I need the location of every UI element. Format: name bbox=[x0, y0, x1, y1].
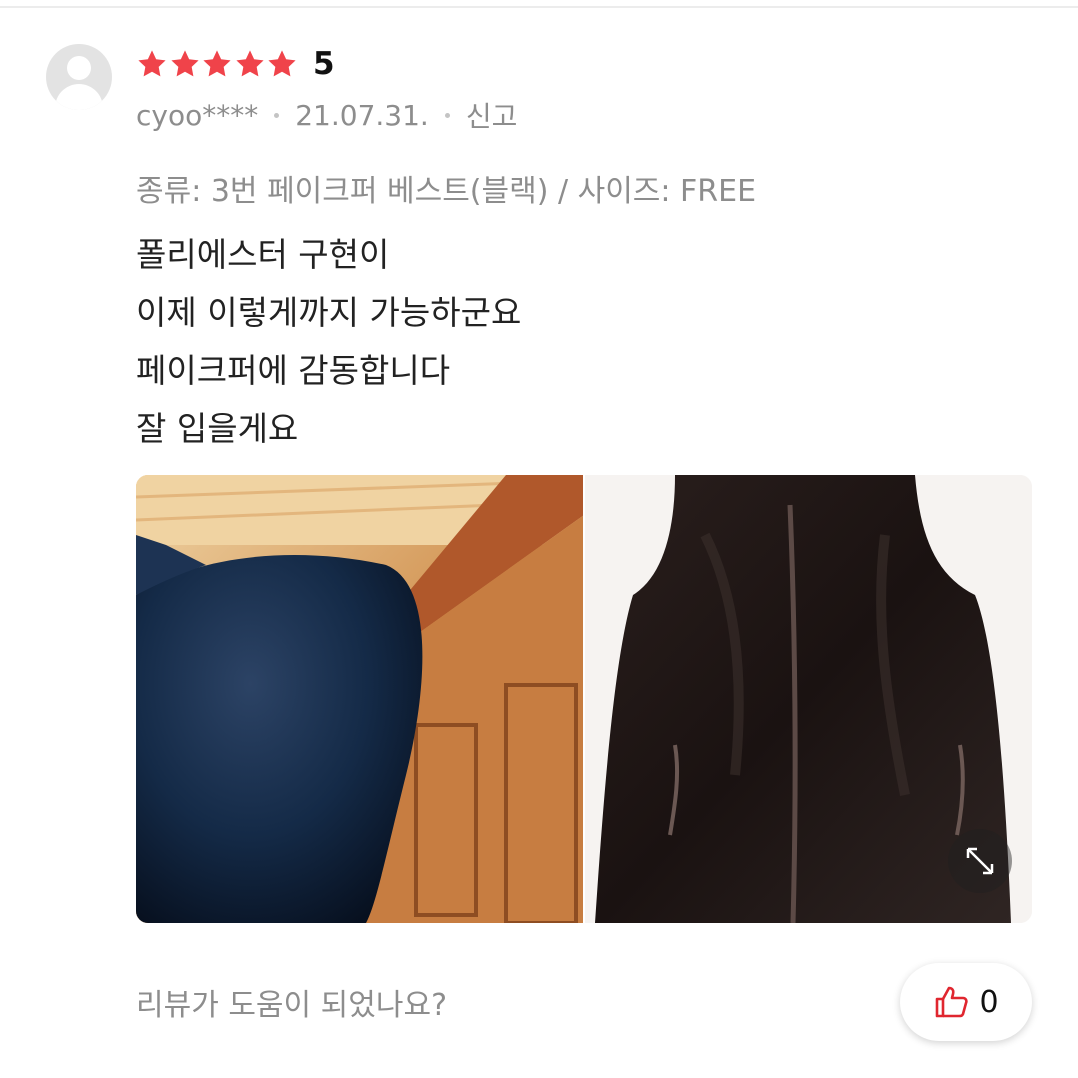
avatar-body bbox=[55, 84, 103, 110]
product-option: 종류: 3번 페이크퍼 베스트(블랙) / 사이즈: FREE bbox=[136, 174, 757, 209]
rating-number: 5 bbox=[312, 46, 335, 82]
review-photos bbox=[136, 475, 1032, 923]
rating-row: 5 bbox=[136, 40, 335, 88]
separator-dot bbox=[444, 112, 450, 118]
top-divider bbox=[0, 6, 1078, 8]
report-link[interactable]: 신고 bbox=[466, 95, 518, 135]
review-text: 폴리에스터 구현이 이제 이렇게까지 가능하군요 페이크퍼에 감동합니다 잘 입… bbox=[136, 226, 521, 458]
star-rating bbox=[136, 48, 299, 80]
expand-icon bbox=[966, 847, 994, 875]
separator-dot bbox=[274, 112, 280, 118]
star-icon bbox=[201, 48, 233, 80]
star-icon bbox=[234, 48, 266, 80]
avatar bbox=[46, 44, 112, 110]
star-icon bbox=[169, 48, 201, 80]
helpful-question: 리뷰가 도움이 되었나요? bbox=[136, 988, 447, 1023]
star-icon bbox=[136, 48, 168, 80]
like-count: 0 bbox=[979, 984, 999, 1020]
review-meta: cyoo**** 21.07.31. 신고 bbox=[136, 92, 517, 138]
review-card: 5 cyoo**** 21.07.31. 신고 종류: 3번 페이크퍼 베스트(… bbox=[0, 0, 1078, 1078]
like-button[interactable]: 0 bbox=[900, 963, 1032, 1041]
review-photo-2[interactable] bbox=[585, 475, 1032, 923]
navy-faux-fur-photo bbox=[136, 475, 583, 923]
review-photo-1[interactable] bbox=[136, 475, 583, 923]
author-name: cyoo**** bbox=[136, 98, 259, 132]
review-line: 잘 입을게요 bbox=[136, 409, 299, 448]
thumbs-up-icon bbox=[936, 986, 969, 1018]
review-line: 이제 이렇게까지 가능하군요 bbox=[136, 293, 522, 332]
review-line: 폴리에스터 구현이 bbox=[136, 235, 390, 274]
star-icon bbox=[266, 48, 298, 80]
avatar-head bbox=[67, 56, 91, 80]
review-line: 페이크퍼에 감동합니다 bbox=[136, 351, 451, 390]
expand-photo-button[interactable] bbox=[948, 829, 1012, 893]
review-date: 21.07.31. bbox=[295, 98, 429, 132]
